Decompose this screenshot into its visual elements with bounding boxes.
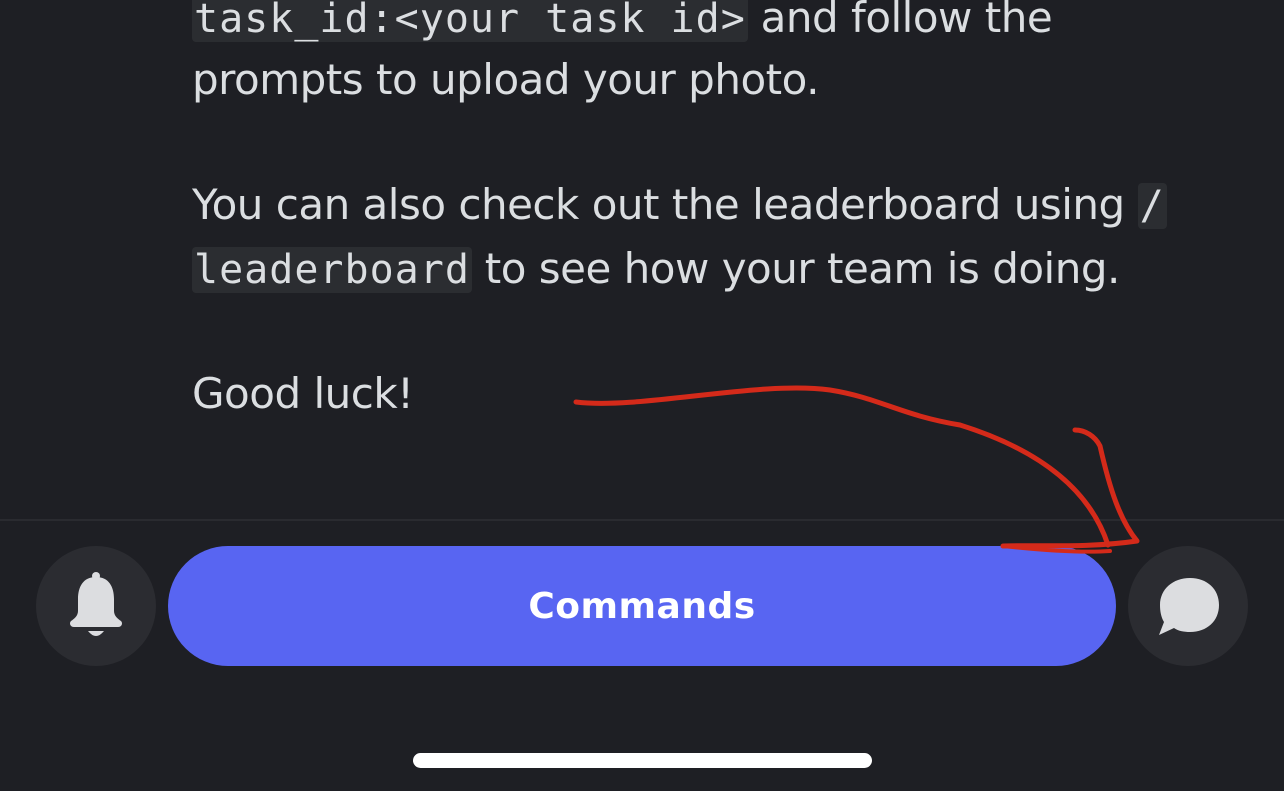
- message-text: You can also check out the leaderboard u…: [192, 180, 1138, 229]
- chat-bubble-icon: [1159, 578, 1219, 635]
- leaderboard-command-code: /: [1137, 183, 1167, 229]
- message-line-1: task_id:<your task id> and follow the: [192, 0, 1053, 51]
- message-text: Good luck!: [192, 369, 414, 418]
- bell-icon: [70, 572, 122, 636]
- message-line-5: Good luck!: [192, 362, 414, 426]
- leaderboard-command-code: leaderboard: [192, 247, 472, 293]
- message-text: and follow the: [747, 0, 1053, 42]
- commands-label: Commands: [528, 585, 756, 627]
- message-text: to see how your team is doing.: [471, 244, 1121, 293]
- task-id-code: task_id:<your task id>: [192, 0, 748, 42]
- message-text: prompts to upload your photo.: [192, 55, 819, 104]
- message-line-2: prompts to upload your photo.: [192, 48, 819, 112]
- threads-button[interactable]: [1128, 546, 1248, 666]
- notifications-button[interactable]: [36, 546, 156, 666]
- commands-button[interactable]: Commands: [168, 546, 1116, 666]
- message-line-4: leaderboard to see how your team is doin…: [192, 237, 1120, 302]
- divider: [0, 519, 1284, 521]
- home-indicator: [413, 753, 872, 768]
- message-line-3: You can also check out the leaderboard u…: [192, 173, 1167, 238]
